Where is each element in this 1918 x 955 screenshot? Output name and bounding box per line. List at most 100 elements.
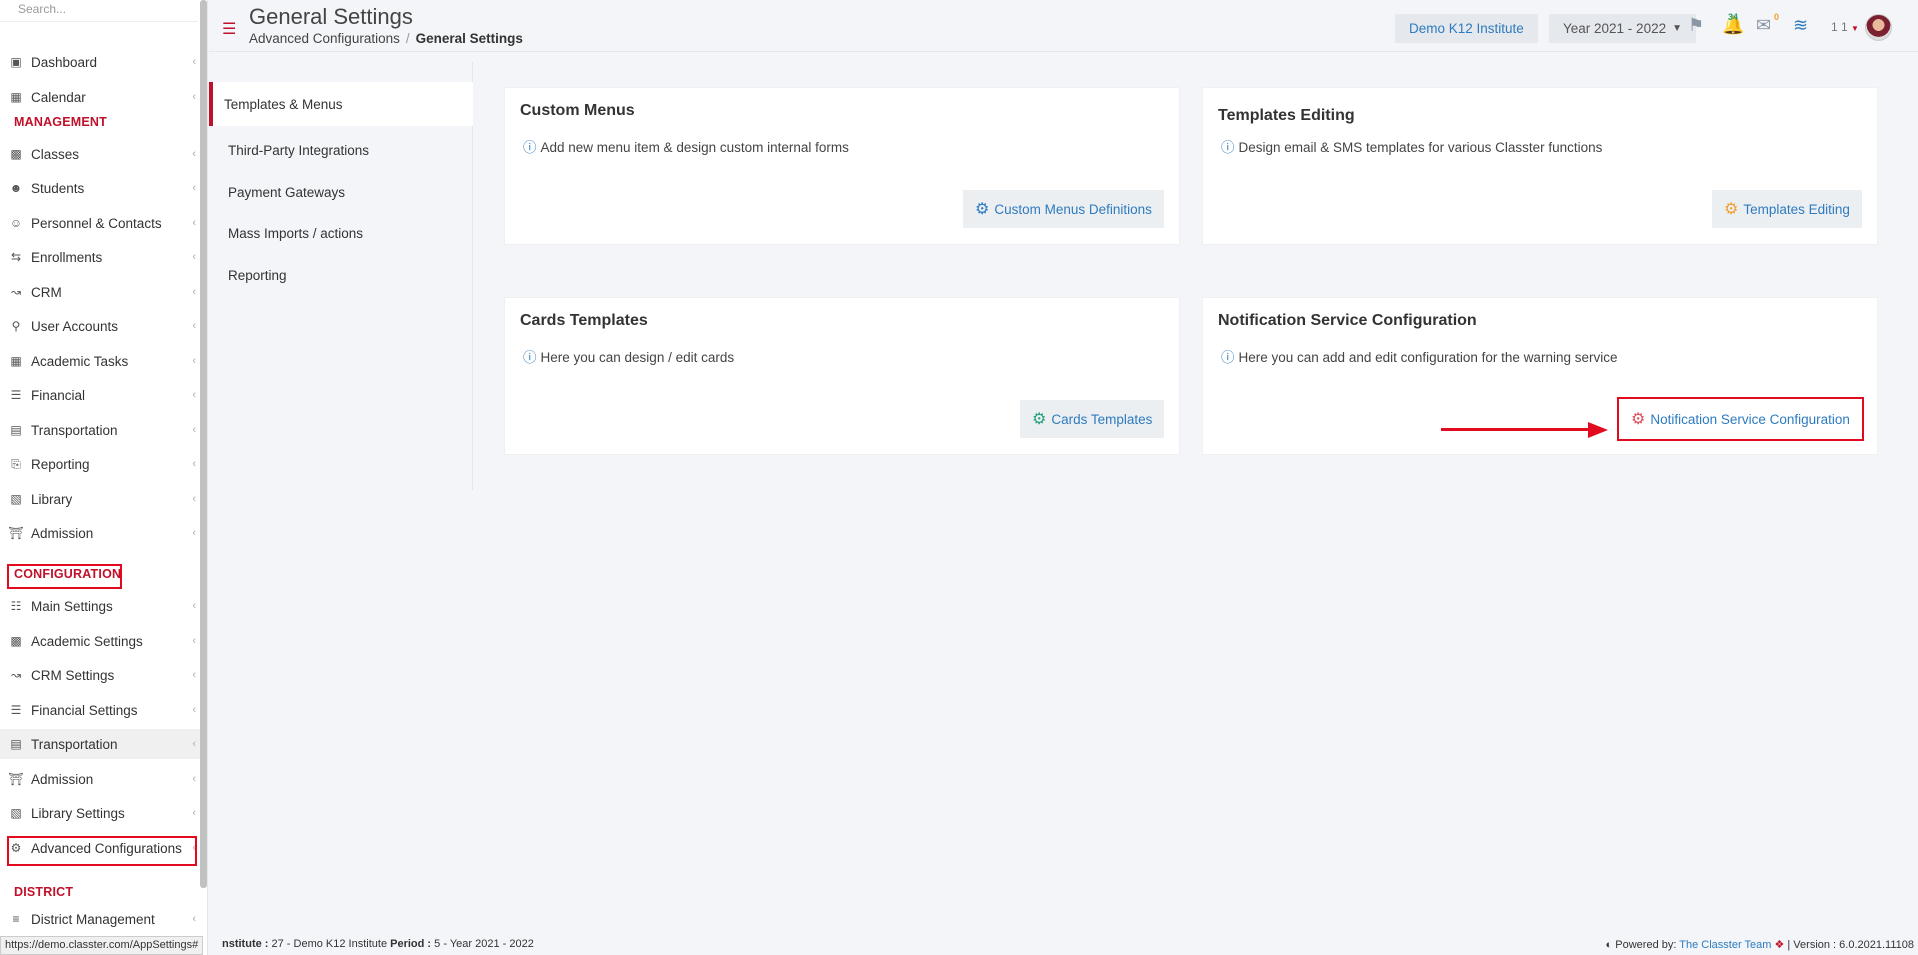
settings-nav-reporting[interactable]: Reporting (209, 253, 473, 297)
library-icon: ▧ (10, 806, 22, 820)
year-dropdown[interactable]: Year 2021 - 2022 ▼ (1549, 14, 1696, 43)
avatar[interactable] (1865, 14, 1892, 41)
settings-nav-mass-imports[interactable]: Mass Imports / actions (209, 211, 473, 255)
sidebar-item-crm[interactable]: ↝ CRM ‹ (0, 277, 200, 307)
sidebar-item-enrollments[interactable]: ⇆ Enrollments ‹ (0, 242, 200, 272)
powered-by-label: Powered by: (1615, 939, 1677, 951)
sidebar-item-label: CRM Settings (31, 667, 115, 683)
sidebar-item-calendar[interactable]: ▦ Calendar ‹ (0, 82, 200, 112)
classter-team-link[interactable]: The Classter Team (1679, 939, 1771, 951)
chevron-left-icon: ‹ (192, 669, 196, 681)
personnel-icon: ☺ (9, 216, 23, 230)
card-title: Notification Service Configuration (1218, 312, 1477, 329)
advanced-configurations-highlight (7, 836, 197, 866)
card-description-text: Here you can add and edit configuration … (1238, 350, 1618, 365)
sidebar-item-label: District Management (31, 911, 155, 927)
chevron-left-icon: ‹ (192, 704, 196, 716)
sidebar-search-input[interactable]: Search... (0, 0, 198, 22)
sidebar-item-admission[interactable]: ⛩ Admission ‹ (0, 764, 200, 794)
sidebar-item-reporting[interactable]: ⎘ Reporting ‹ (0, 449, 200, 479)
hamburger-menu-icon[interactable]: ☰ (222, 19, 236, 39)
gears-icon: ⚙ (1032, 411, 1047, 428)
sidebar-item-label: Transportation (31, 422, 118, 438)
sidebar-scrollbar[interactable] (200, 0, 207, 888)
footer-period-value: 5 - Year 2021 - 2022 (434, 938, 534, 950)
chevron-left-icon: ‹ (192, 738, 196, 750)
info-icon: ⓘ (523, 140, 537, 155)
crm-icon: ↝ (10, 668, 22, 682)
cards-templates-button[interactable]: ⚙ Cards Templates (1020, 400, 1165, 438)
templates-editing-card: Templates Editing ⓘ Design email & SMS te… (1202, 87, 1878, 245)
sidebar-item-classes[interactable]: ▩ Classes ‹ (0, 139, 200, 169)
settings-nav: Templates & Menus Third-Party Integratio… (209, 62, 473, 490)
sidebar-item-label: Personnel & Contacts (31, 215, 162, 231)
chevron-left-icon: ‹ (192, 217, 196, 229)
version-text: | Version : 6.0.2021.11108 (1787, 939, 1914, 951)
footer-info: nstitute : 27 - Demo K12 Institute Perio… (222, 938, 534, 950)
settings-nav-templates-menus[interactable]: Templates & Menus (209, 82, 473, 126)
layers-icon[interactable]: ≋ (1793, 15, 1808, 36)
card-description-text: Add new menu item & design custom intern… (540, 140, 849, 155)
sidebar-item-label: Academic Tasks (31, 353, 129, 369)
card-description: ⓘ Add new menu item & design custom inter… (523, 136, 849, 156)
sidebar-item-label: User Accounts (31, 318, 119, 334)
sidebar-item-label: Library (31, 491, 73, 507)
sidebar-item-academic-tasks[interactable]: ▦ Academic Tasks ‹ (0, 346, 200, 376)
sidebar-item-library-settings[interactable]: ▧ Library Settings ‹ (0, 798, 200, 828)
chevron-left-icon: ‹ (192, 773, 196, 785)
settings-nav-third-party[interactable]: Third-Party Integrations (209, 128, 473, 172)
sidebar-item-academic-settings[interactable]: ▩ Academic Settings ‹ (0, 626, 200, 656)
settings-nav-payment-gateways[interactable]: Payment Gateways (209, 170, 473, 214)
chevron-left-icon: ‹ (192, 600, 196, 612)
sidebar-item-transportation[interactable]: ▤ Transportation ‹ (0, 729, 200, 759)
sidebar-item-personnel-contacts[interactable]: ☺ Personnel & Contacts ‹ (0, 208, 200, 238)
sidebar-item-label: Admission (31, 771, 94, 787)
breadcrumb-separator: / (405, 31, 410, 46)
sidebar-item-crm-settings[interactable]: ↝ CRM Settings ‹ (0, 660, 200, 690)
bus-icon: ▤ (10, 737, 22, 751)
annotation-arrow-line (1441, 428, 1591, 431)
footer-institute-value: 27 - Demo K12 Institute (271, 938, 388, 950)
chevron-left-icon: ‹ (192, 320, 196, 332)
laptop-icon: ▣ (10, 55, 22, 69)
chevron-left-icon: ‹ (192, 91, 196, 103)
templates-editing-button[interactable]: ⚙ Templates Editing (1712, 190, 1862, 228)
messages-badge: 0 (1774, 12, 1780, 22)
custom-menus-definitions-button[interactable]: ⚙ Custom Menus Definitions (963, 190, 1164, 228)
sidebar-item-label: Main Settings (31, 598, 113, 614)
sidebar-item-district-management[interactable]: ≡ District Management ‹ (0, 904, 200, 934)
institute-button[interactable]: Demo K12 Institute (1395, 14, 1538, 43)
user-label[interactable]: 1 1 ▼ (1831, 20, 1859, 34)
sidebar-item-label: Dashboard (31, 54, 98, 70)
financial-icon: ☰ (10, 703, 22, 717)
envelope-icon[interactable]: ✉ (1756, 15, 1771, 36)
library-icon: ▧ (10, 492, 22, 506)
bank-icon: ⛩ (8, 772, 24, 786)
sidebar-item-label: Enrollments (31, 249, 103, 265)
chevron-left-icon: ‹ (192, 355, 196, 367)
sidebar-item-label: Admission (31, 525, 94, 541)
notification-service-configuration-button[interactable]: ⚙ Notification Service Configuration (1617, 397, 1864, 441)
card-description-text: Design email & SMS templates for various… (1238, 140, 1603, 155)
gears-icon: ⚙ (975, 201, 990, 218)
info-icon: ⓘ (523, 350, 537, 365)
crm-icon: ↝ (10, 285, 22, 299)
sidebar-item-admission[interactable]: ⛩ Admission ‹ (0, 518, 200, 548)
sidebar-item-students[interactable]: ☻ Students ‹ (0, 173, 200, 203)
chevron-left-icon: ‹ (192, 493, 196, 505)
breadcrumb-parent[interactable]: Advanced Configurations (249, 31, 400, 46)
sidebar-item-label: Classes (31, 146, 80, 162)
sidebar-item-transportation[interactable]: ▤ Transportation ‹ (0, 415, 200, 445)
sidebar-item-financial[interactable]: ☰ Financial ‹ (0, 380, 200, 410)
sidebar-item-main-settings[interactable]: ☷ Main Settings ‹ (0, 591, 200, 621)
flag-icon[interactable]: ⚑ (1688, 15, 1704, 36)
sidebar-item-dashboard[interactable]: ▣ Dashboard ‹ (0, 47, 200, 77)
chevron-left-icon: ‹ (192, 148, 196, 160)
card-title: Custom Menus (520, 102, 635, 119)
sidebar-item-label: Financial (31, 387, 86, 403)
sidebar-item-user-accounts[interactable]: ⚲ User Accounts ‹ (0, 311, 200, 341)
sidebar-item-financial-settings[interactable]: ☰ Financial Settings ‹ (0, 695, 200, 725)
sidebar-item-library[interactable]: ▧ Library ‹ (0, 484, 200, 514)
button-label: Notification Service Configuration (1650, 411, 1850, 427)
chevron-left-icon: ‹ (192, 182, 196, 194)
